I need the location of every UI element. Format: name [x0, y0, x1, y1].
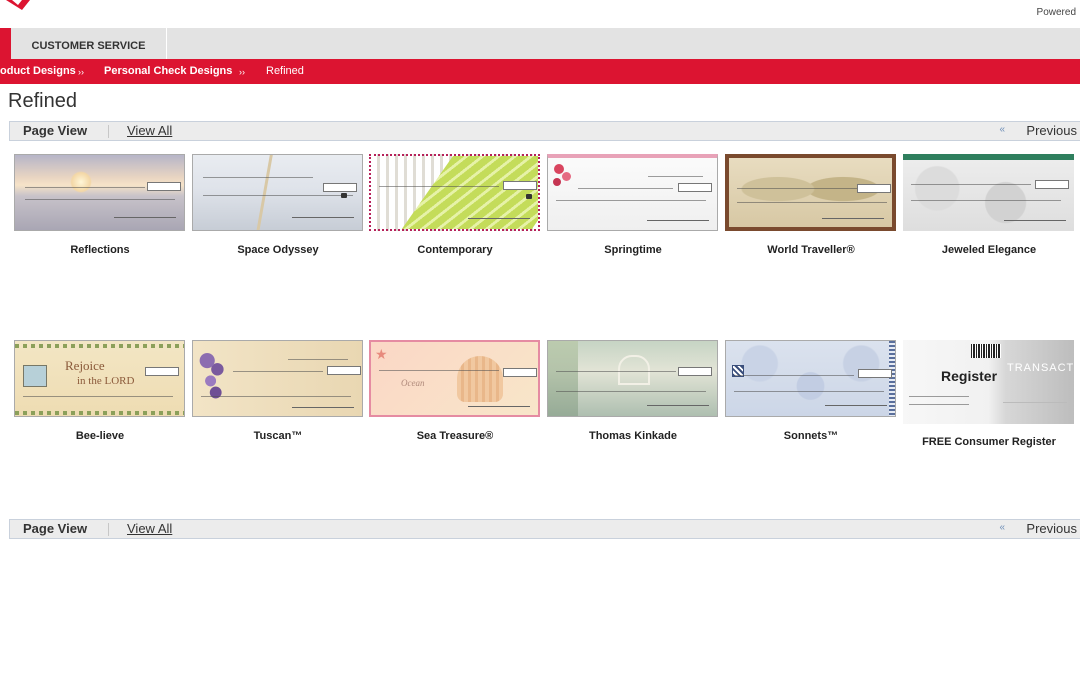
product-name[interactable]: Sea Treasure® — [369, 430, 541, 442]
product-card[interactable]: Rejoice in the LORD Bee-lieve — [14, 340, 186, 450]
register-thumbnail[interactable]: Register TRANSACTION — [903, 340, 1074, 424]
view-all-link[interactable]: View All — [127, 521, 172, 536]
bank-logo-icon — [6, 0, 30, 10]
product-name[interactable]: Sonnets™ — [725, 430, 897, 442]
check-thumbnail[interactable]: ★ Ocean — [369, 340, 540, 417]
pager-top: Page View View All « Previous — [9, 121, 1080, 141]
check-thumbnail[interactable] — [725, 154, 896, 231]
check-thumbnail[interactable] — [192, 154, 363, 231]
page-title: Refined — [8, 90, 77, 112]
page-view-tab[interactable]: Page View — [23, 123, 87, 138]
nav-accent-tab — [0, 28, 11, 59]
check-thumbnail[interactable] — [903, 154, 1074, 231]
product-name[interactable]: Bee-lieve — [14, 430, 186, 442]
product-card[interactable]: ★ Ocean Sea Treasure® — [369, 340, 541, 450]
product-card[interactable]: Jeweled Elegance — [903, 154, 1075, 264]
product-name[interactable]: Space Odyssey — [192, 244, 364, 256]
product-name[interactable]: Thomas Kinkade — [547, 430, 719, 442]
product-card[interactable]: Register TRANSACTION FREE Consumer Regis… — [903, 340, 1075, 450]
top-navigation: CUSTOMER SERVICE — [0, 28, 1080, 59]
product-name[interactable]: Springtime — [547, 244, 719, 256]
breadcrumb-separator: ›› — [239, 67, 245, 77]
nav-item-customer-service[interactable]: CUSTOMER SERVICE — [11, 28, 167, 59]
breadcrumb: oduct Designs ›› Personal Check Designs … — [0, 59, 1080, 84]
check-thumbnail[interactable] — [547, 154, 718, 231]
previous-link[interactable]: Previous — [1026, 521, 1077, 536]
check-thumbnail[interactable] — [547, 340, 718, 417]
check-thumbnail[interactable]: Rejoice in the LORD — [14, 340, 185, 417]
chevron-left-icon[interactable]: « — [999, 522, 1005, 533]
product-name[interactable]: Reflections — [14, 244, 186, 256]
view-all-link[interactable]: View All — [127, 123, 172, 138]
page-view-tab[interactable]: Page View — [23, 521, 87, 536]
previous-link[interactable]: Previous — [1026, 123, 1077, 138]
chevron-left-icon[interactable]: « — [999, 124, 1005, 135]
check-thumbnail[interactable] — [369, 154, 540, 231]
product-card[interactable]: World Traveller® — [725, 154, 897, 264]
product-card[interactable]: Contemporary — [369, 154, 541, 264]
product-name[interactable]: Tuscan™ — [192, 430, 364, 442]
breadcrumb-link-product-designs[interactable]: oduct Designs — [0, 65, 76, 77]
breadcrumb-current: Refined — [266, 65, 304, 77]
product-name[interactable]: World Traveller® — [725, 244, 897, 256]
breadcrumb-link-personal-check-designs[interactable]: Personal Check Designs — [104, 65, 232, 77]
check-thumbnail[interactable] — [725, 340, 896, 417]
product-name[interactable]: FREE Consumer Register — [903, 436, 1075, 448]
powered-by-text: Powered — [1036, 7, 1076, 18]
pager-divider — [108, 523, 109, 536]
product-card[interactable]: Space Odyssey — [192, 154, 364, 264]
product-card[interactable]: Springtime — [547, 154, 719, 264]
pager-divider — [108, 125, 109, 138]
breadcrumb-separator: ›› — [78, 67, 84, 77]
check-thumbnail[interactable] — [192, 340, 363, 417]
product-name[interactable]: Jeweled Elegance — [903, 244, 1075, 256]
product-name[interactable]: Contemporary — [369, 244, 541, 256]
pager-bottom: Page View View All « Previous — [9, 519, 1080, 539]
product-card[interactable]: Sonnets™ — [725, 340, 897, 450]
product-card[interactable]: Reflections — [14, 154, 186, 264]
check-thumbnail[interactable] — [14, 154, 185, 231]
product-card[interactable]: Tuscan™ — [192, 340, 364, 450]
product-card[interactable]: Thomas Kinkade — [547, 340, 719, 450]
